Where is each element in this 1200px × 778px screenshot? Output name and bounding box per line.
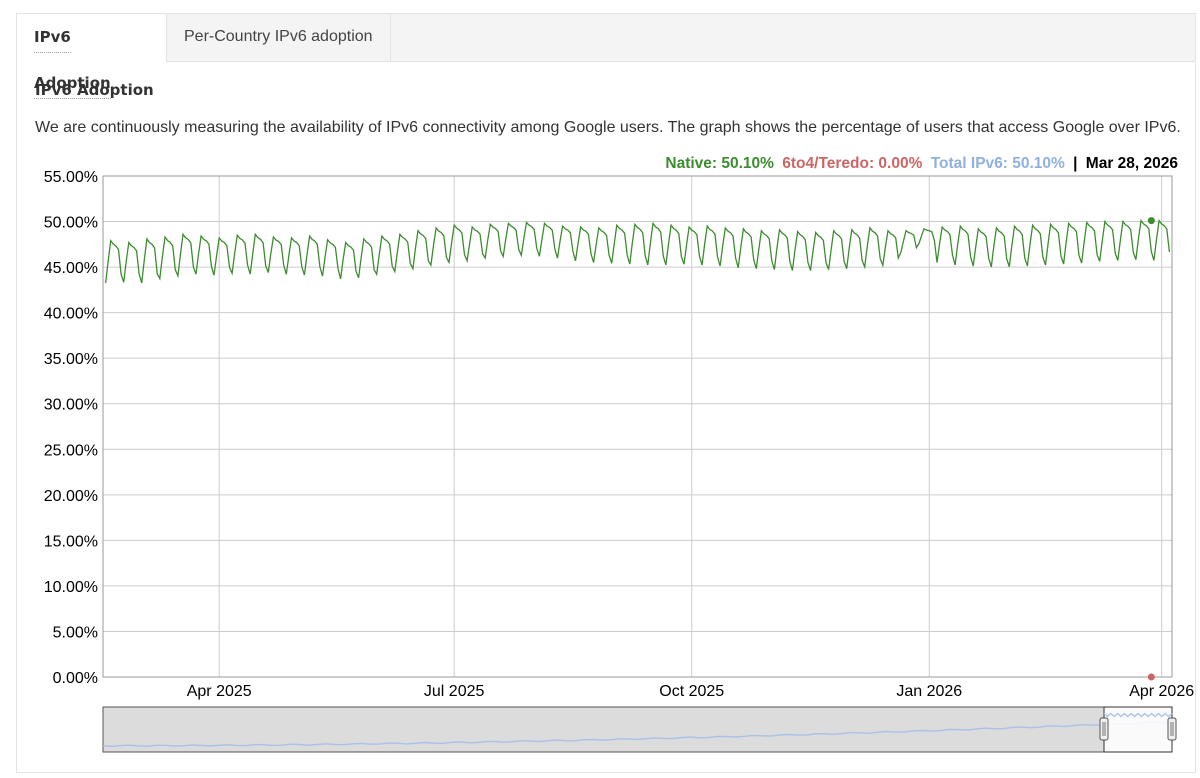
x-tick-label: Oct 2025 xyxy=(659,683,724,700)
y-tick-label: 55.00% xyxy=(44,169,98,186)
x-axis-ticks: Apr 2025 Jul 2025 Oct 2025 Jan 2026 Apr 2026 xyxy=(187,683,1195,700)
svg-text:Native: 50.10% 6to4/Tere: Native: 50.10% 6to4/Teredo: 0.00% Total … xyxy=(665,155,1178,172)
y-tick-label: 25.00% xyxy=(44,442,98,459)
navigator-left-handle[interactable] xyxy=(1099,717,1109,741)
legend: Native: 50.10% 6to4/Teredo: 0.00% Total … xyxy=(665,155,1178,172)
legend-total: Total IPv6: 50.10% xyxy=(931,155,1065,172)
y-tick-label: 35.00% xyxy=(44,351,98,368)
y-tick-label: 20.00% xyxy=(44,488,98,505)
ipv6-adoption-chart[interactable]: 0.00% 5.00% 10.00% 15.00% 20.00% 25.00% 30.00%… xyxy=(0,0,1200,778)
legend-native: Native: 50.10% xyxy=(665,155,774,172)
legend-date: Mar 28, 2026 xyxy=(1086,155,1179,172)
x-tick-label: Apr 2025 xyxy=(187,683,252,700)
series-native-line xyxy=(104,218,1171,284)
y-tick-label: 0.00% xyxy=(53,670,98,687)
navigator-right-handle[interactable] xyxy=(1167,717,1177,741)
y-tick-label: 45.00% xyxy=(44,260,98,277)
teredo-highlight-point xyxy=(1147,673,1155,681)
y-tick-label: 30.00% xyxy=(44,397,98,414)
y-tick-label: 15.00% xyxy=(44,533,98,550)
range-navigator[interactable] xyxy=(102,706,1177,753)
y-axis-ticks: 0.00% 5.00% 10.00% 15.00% 20.00% 25.00% 30.00%… xyxy=(44,169,98,687)
legend-separator: | xyxy=(1073,155,1077,172)
y-tick-label: 40.00% xyxy=(44,306,98,323)
x-tick-label: Jan 2026 xyxy=(896,683,962,700)
native-highlight-point xyxy=(1147,217,1155,225)
x-tick-label: Apr 2026 xyxy=(1129,683,1194,700)
y-tick-label: 5.00% xyxy=(53,624,98,641)
x-tick-label: Jul 2025 xyxy=(424,683,485,700)
legend-teredo: 6to4/Teredo: 0.00% xyxy=(782,155,922,172)
y-tick-label: 50.00% xyxy=(44,215,98,232)
y-tick-label: 10.00% xyxy=(44,579,98,596)
